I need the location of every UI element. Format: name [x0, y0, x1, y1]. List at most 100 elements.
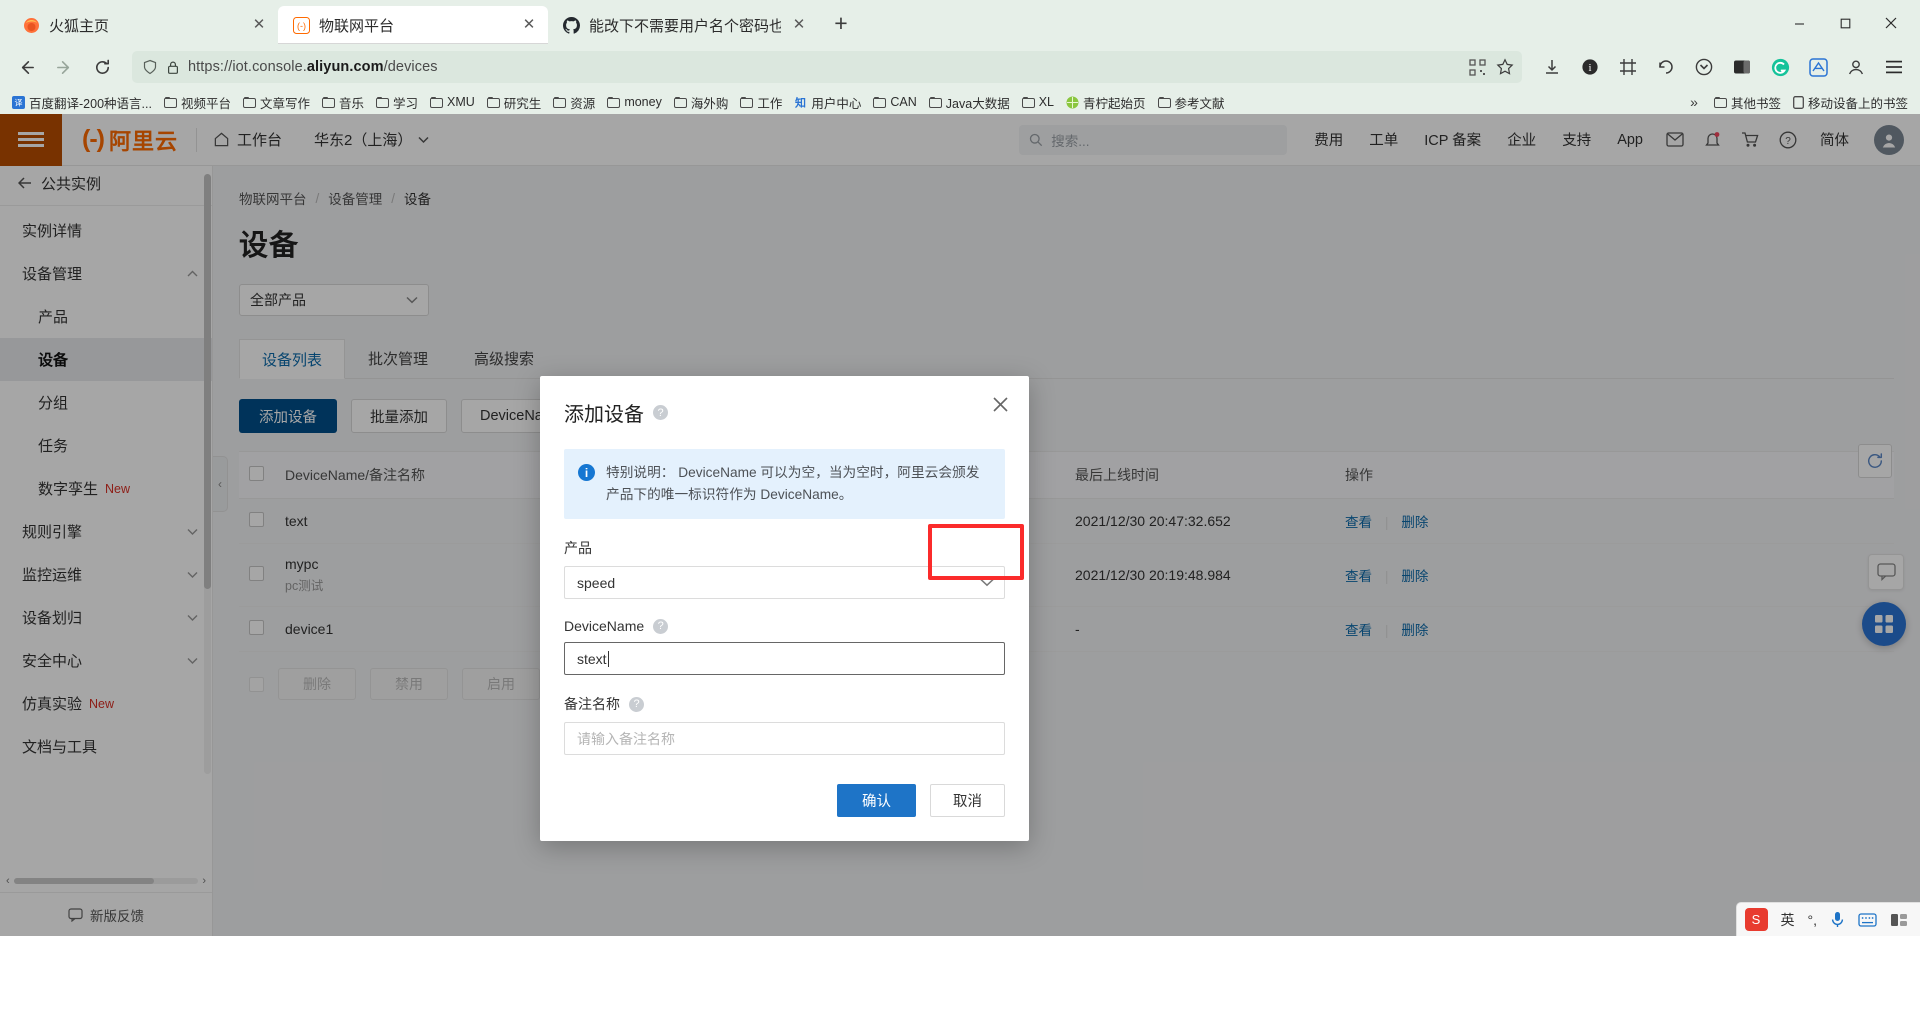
ime-mode-label[interactable]: 英 [1781, 910, 1795, 930]
bookmark-item[interactable]: 学习 [370, 91, 424, 114]
chevron-down-icon [980, 578, 994, 587]
help-icon[interactable]: ? [653, 619, 668, 634]
star-icon[interactable] [1496, 58, 1514, 76]
close-icon[interactable]: ✕ [250, 16, 268, 34]
bookmark-item[interactable]: money [601, 93, 668, 111]
mobile-bookmarks-icon [1793, 96, 1804, 109]
bookmark-item[interactable]: 海外购 [668, 91, 735, 114]
keyboard-icon[interactable] [1858, 913, 1877, 927]
bookmark-item[interactable]: 青柠起始页 [1060, 91, 1152, 114]
close-icon[interactable]: ✕ [790, 16, 808, 34]
translate-icon[interactable] [1802, 51, 1834, 83]
device-name-input[interactable]: stext [564, 642, 1005, 675]
folder-icon [873, 97, 886, 108]
field-label-text: 备注名称 [564, 694, 620, 714]
reload-icon[interactable] [86, 51, 118, 83]
folder-icon [1714, 97, 1727, 108]
back-arrow-icon[interactable] [10, 51, 42, 83]
mic-icon[interactable] [1830, 911, 1845, 928]
field-product: 产品 speed [564, 538, 1005, 599]
download-icon[interactable] [1536, 51, 1568, 83]
folder-icon [740, 97, 753, 108]
bookmark-label: CAN [890, 95, 916, 109]
cancel-button[interactable]: 取消 [930, 784, 1005, 817]
new-tab-button[interactable]: + [824, 7, 858, 41]
modal-footer: 确认 取消 [564, 784, 1005, 817]
help-icon[interactable]: ? [653, 405, 668, 420]
profile-icon[interactable] [1840, 51, 1872, 83]
modal-title: 添加设备 [564, 398, 644, 427]
bookmark-mobile-folder[interactable]: 移动设备上的书签 [1787, 91, 1914, 114]
field-label: 备注名称 ? [564, 694, 1005, 714]
add-device-modal: 添加设备 ? i 特别说明： DeviceName 可以为空，当为空时，阿里云会… [540, 376, 1029, 841]
bookmark-other-folder[interactable]: 其他书签 [1708, 91, 1787, 114]
bookmarks-bar: 译 百度翻译-200种语言... 视频平台 文章写作 音乐 学习 XMU 研究生… [0, 90, 1920, 114]
field-label-text: 产品 [564, 538, 592, 558]
bookmark-item[interactable]: XMU [424, 93, 481, 111]
svg-text:译: 译 [15, 98, 23, 107]
browser-tab-2[interactable]: (-) 物联网平台 ✕ [278, 6, 548, 44]
bookmark-label: 音乐 [339, 93, 364, 112]
help-icon[interactable]: ? [629, 697, 644, 712]
bookmark-item[interactable]: Java大数据 [923, 91, 1016, 114]
bookmark-label: Java大数据 [946, 93, 1010, 112]
maximize-button[interactable] [1822, 8, 1868, 38]
bookmark-label: 其他书签 [1731, 93, 1781, 112]
sidebar-icon[interactable] [1726, 51, 1758, 83]
bookmark-label: 研究生 [504, 93, 542, 112]
bookmark-item[interactable]: 参考文献 [1152, 91, 1231, 114]
bookmark-item[interactable]: 视频平台 [158, 91, 237, 114]
folder-icon [430, 97, 443, 108]
bookmark-item[interactable]: 工作 [734, 91, 788, 114]
bookmark-item[interactable]: 译 百度翻译-200种语言... [6, 91, 158, 114]
sogou-ime-logo[interactable]: S [1745, 908, 1768, 931]
close-window-button[interactable] [1868, 8, 1914, 38]
note-name-input[interactable]: 请输入备注名称 [564, 722, 1005, 755]
bookmarks-overflow-chevron[interactable]: » [1680, 94, 1708, 110]
grammarly-icon[interactable] [1764, 51, 1796, 83]
bookmark-label: XL [1039, 95, 1054, 109]
navigation-bar: https://iot.console.aliyun.com/devices [0, 44, 1920, 90]
bookmark-item[interactable]: 文章写作 [237, 91, 316, 114]
screenshot-icon[interactable] [1612, 51, 1644, 83]
bookmark-item[interactable]: CAN [867, 93, 922, 111]
panel-icon[interactable] [1890, 913, 1908, 927]
folder-icon [376, 97, 389, 108]
bookmark-item[interactable]: 研究生 [481, 91, 548, 114]
folder-icon [243, 97, 256, 108]
bookmark-item[interactable]: 音乐 [316, 91, 370, 114]
close-icon[interactable] [992, 396, 1009, 413]
product-select[interactable]: speed [564, 566, 1005, 599]
browser-tab-3[interactable]: 能改下不需要用户名个密码也可 ✕ [548, 6, 818, 44]
folder-icon [164, 97, 177, 108]
bookmark-label: 用户中心 [811, 93, 861, 112]
modal-notice: i 特别说明： DeviceName 可以为空，当为空时，阿里云会颁发产品下的唯… [564, 449, 1005, 519]
bookmark-item[interactable]: 知 用户中心 [788, 91, 867, 114]
confirm-button[interactable]: 确认 [837, 784, 916, 817]
ime-punctuation-label[interactable]: °, [1808, 912, 1818, 928]
bookmark-item[interactable]: XL [1016, 93, 1060, 111]
address-bar[interactable]: https://iot.console.aliyun.com/devices [132, 51, 1522, 83]
field-note-name: 备注名称 ? 请输入备注名称 [564, 694, 1005, 755]
close-icon[interactable]: ✕ [520, 16, 538, 34]
zhihu-icon: 知 [794, 96, 807, 109]
window-controls [1776, 8, 1914, 38]
bookmark-item[interactable]: 资源 [547, 91, 601, 114]
undo-icon[interactable] [1650, 51, 1682, 83]
shield-icon[interactable] [142, 59, 158, 75]
account-info-icon[interactable]: i [1574, 51, 1606, 83]
bookmark-label: 学习 [393, 93, 418, 112]
folder-icon [487, 97, 500, 108]
qr-code-icon[interactable] [1469, 59, 1486, 76]
lock-icon[interactable] [166, 60, 180, 75]
tab-strip: 火狐主页 ✕ (-) 物联网平台 ✕ 能改下不需要用户名个密码也可 ✕ + [0, 0, 1920, 44]
menu-icon[interactable] [1878, 51, 1910, 83]
bookmark-label: 文章写作 [260, 93, 310, 112]
note-name-placeholder: 请输入备注名称 [577, 729, 675, 749]
info-icon: i [578, 464, 595, 481]
svg-text:(-): (-) [297, 21, 306, 31]
browser-tab-1[interactable]: 火狐主页 ✕ [8, 6, 278, 44]
pocket-icon[interactable] [1688, 51, 1720, 83]
forward-arrow-icon[interactable] [48, 51, 80, 83]
minimize-button[interactable] [1776, 8, 1822, 38]
